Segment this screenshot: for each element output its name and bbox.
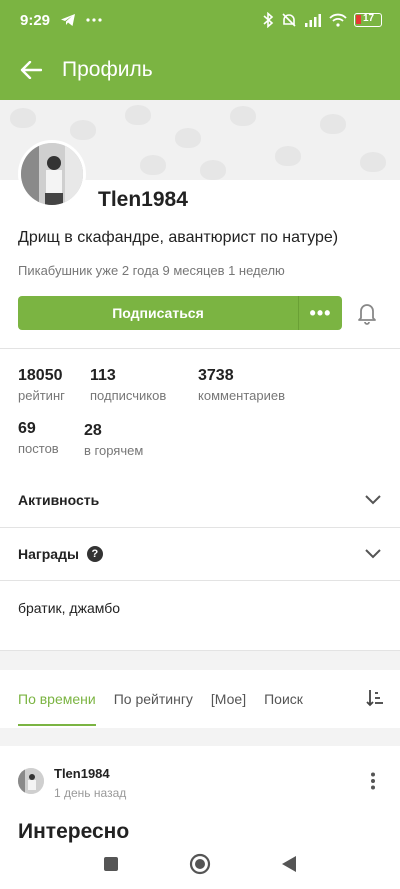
bell-icon[interactable] <box>356 301 378 325</box>
stat-value: 18050 <box>18 367 63 384</box>
stat-posts[interactable]: 69 постов <box>18 420 59 456</box>
bluetooth-icon <box>262 12 274 28</box>
feed-tabs: По времени По рейтингу [Мое] Поиск <box>0 670 400 728</box>
chevron-down-icon <box>365 495 381 505</box>
back-button[interactable] <box>0 40 62 100</box>
awards-label: Награды <box>18 546 79 562</box>
sort-icon[interactable] <box>366 689 384 712</box>
battery-level: 17 <box>363 13 375 24</box>
stat-label: рейтинг <box>18 388 65 403</box>
status-time: 9:29 <box>20 11 51 29</box>
post-card[interactable]: Tlen1984 1 день назад Интересно <box>0 746 400 846</box>
more-notifications-icon <box>86 18 102 22</box>
tab-mine[interactable]: [Мое] <box>211 670 246 728</box>
stat-subscribers[interactable]: 113 подписчиков <box>90 367 166 403</box>
section-gap <box>0 650 400 670</box>
divider <box>0 580 400 581</box>
profile-tags: братик, джамбо <box>18 600 121 616</box>
help-icon[interactable]: ? <box>86 546 103 562</box>
tab-search[interactable]: Поиск <box>264 670 303 728</box>
awards-section[interactable]: Награды ? <box>0 528 400 580</box>
member-since: Пикабушник уже 2 года 9 месяцев 1 неделю <box>18 263 285 278</box>
post-author-avatar[interactable] <box>18 768 44 794</box>
stat-hot[interactable]: 28 в горячем <box>84 422 143 458</box>
home-button[interactable] <box>189 853 211 880</box>
wifi-icon <box>329 13 347 27</box>
post-title[interactable]: Интересно <box>18 820 129 844</box>
signal-icon <box>304 13 322 27</box>
app-bar: Профиль <box>0 40 400 100</box>
username: Tlen1984 <box>98 188 188 211</box>
activity-section[interactable]: Активность <box>0 474 400 526</box>
battery-icon: 17 <box>354 13 382 27</box>
tab-by-time[interactable]: По времени <box>18 670 96 728</box>
stat-value: 113 <box>90 367 116 384</box>
stat-label: в горячем <box>84 443 144 458</box>
stat-value: 28 <box>84 422 102 439</box>
subscribe-button[interactable]: Подписаться <box>18 296 298 330</box>
chevron-down-icon <box>365 549 381 559</box>
stat-label: подписчиков <box>90 388 167 403</box>
profile-bio: Дрищ в скафандре, авантюрист по натуре) <box>18 229 339 246</box>
divider <box>0 348 400 349</box>
mute-icon <box>281 12 297 28</box>
post-time: 1 день назад <box>54 786 127 800</box>
telegram-icon <box>60 13 76 27</box>
activity-label: Активность <box>18 492 100 508</box>
arrow-left-icon <box>20 61 42 79</box>
avatar[interactable] <box>18 140 86 208</box>
section-gap <box>0 728 400 746</box>
tab-by-rating[interactable]: По рейтингу <box>114 670 193 728</box>
system-nav-bar <box>0 844 400 889</box>
status-bar: 9:29 17 <box>0 0 400 40</box>
stat-label: комментариев <box>198 388 286 403</box>
more-options-button[interactable]: ••• <box>298 296 342 330</box>
kebab-menu-icon[interactable] <box>370 772 376 795</box>
recents-button[interactable] <box>103 856 119 877</box>
page-title: Профиль <box>62 58 153 81</box>
stat-comments[interactable]: 3738 комментариев <box>198 367 285 403</box>
back-nav-button[interactable] <box>281 855 297 878</box>
stat-value: 69 <box>18 420 36 437</box>
post-author[interactable]: Tlen1984 <box>54 766 110 781</box>
stat-rating: 18050 рейтинг <box>18 367 65 403</box>
stat-label: постов <box>18 441 59 456</box>
stat-value: 3738 <box>198 367 234 384</box>
